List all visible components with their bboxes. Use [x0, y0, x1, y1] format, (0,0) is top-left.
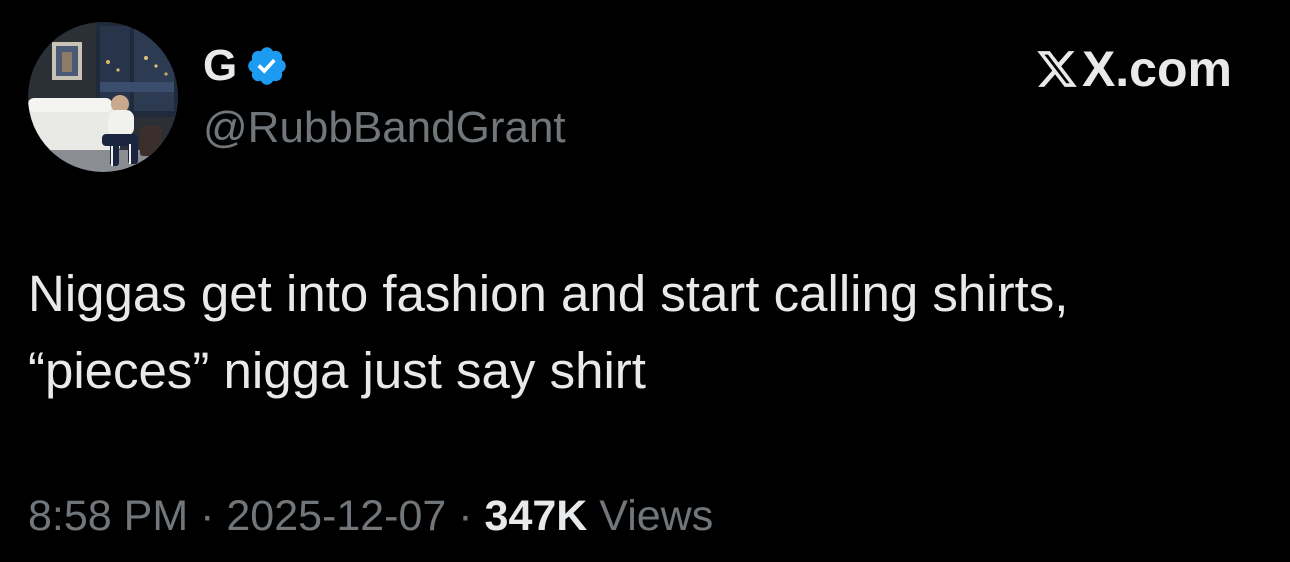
tweet-time[interactable]: 8:58 PM [28, 492, 188, 540]
author-display-name[interactable]: G [203, 40, 237, 92]
avatar-photo [28, 22, 178, 172]
author-handle[interactable]: @RubbBandGrant [203, 100, 566, 156]
x-logo-icon [1034, 47, 1080, 91]
views-count: 347K [484, 492, 588, 540]
avatar[interactable] [28, 22, 178, 172]
views-label: Views [587, 492, 714, 540]
verified-badge-icon [245, 44, 289, 88]
meta-separator: · [446, 492, 485, 540]
meta-separator: · [188, 492, 227, 540]
author-name-row: G [203, 40, 289, 92]
tweet-meta: 8:58 PM · 2025-12-07 · 347K Views [28, 488, 713, 544]
tweet-text: Niggas get into fashion and start callin… [28, 265, 1069, 399]
brand-label: X.com [1034, 38, 1232, 100]
tweet-date[interactable]: 2025-12-07 [226, 492, 446, 540]
brand-text: X.com [1081, 41, 1232, 97]
tweet-card: G @RubbBandGrant X.com Niggas get into f… [0, 0, 1290, 562]
